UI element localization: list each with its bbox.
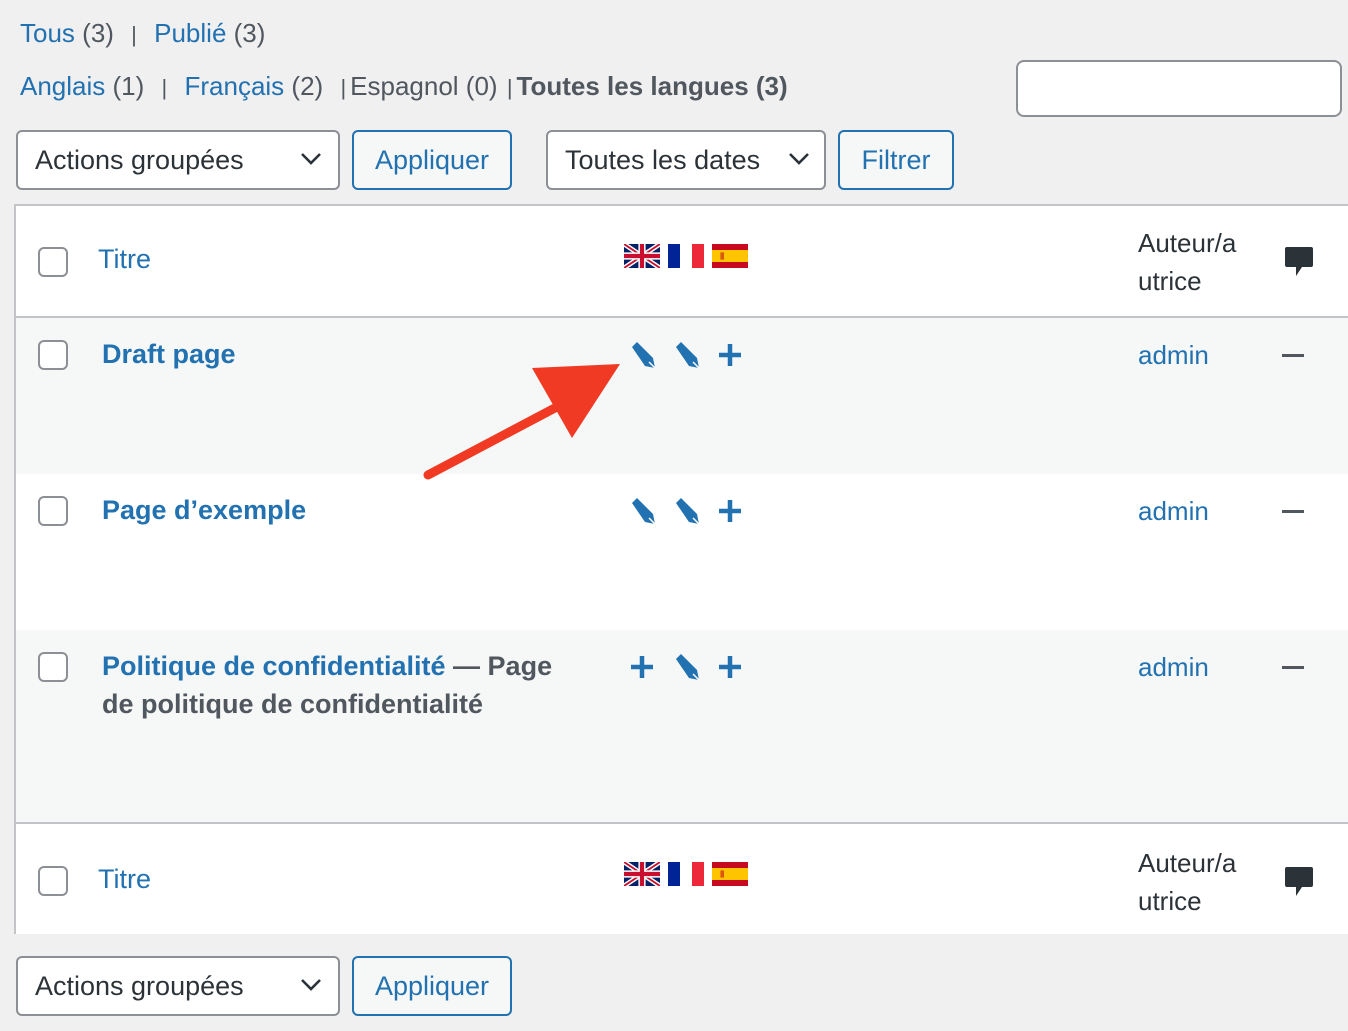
uk-flag-icon (624, 244, 660, 268)
filter-english-link[interactable]: Anglais (20, 71, 105, 101)
table-header: Titre Auteur/a utrice (16, 206, 1348, 318)
table-row: Page d’exemple admin (16, 474, 1348, 630)
column-title-sort-link[interactable]: Titre (98, 244, 151, 275)
language-flags (624, 862, 748, 886)
edit-pencil-icon[interactable] (672, 652, 716, 682)
comment-bubble-icon[interactable] (1284, 246, 1314, 278)
pages-table: Titre Auteur/a utrice Draft page admin P… (14, 204, 1348, 934)
column-author: Auteur/a utrice (1138, 228, 1237, 296)
table-row: Politique de confidentialité — Page de p… (16, 630, 1348, 822)
no-comments-dash (1282, 354, 1304, 357)
separator: | (131, 22, 137, 47)
table-footer: Titre Auteur/a utrice (16, 822, 1348, 934)
chevron-down-icon (301, 153, 321, 165)
add-translation-icon[interactable] (628, 652, 672, 682)
apply-button-bottom[interactable]: Appliquer (352, 956, 512, 1016)
filter-french-link[interactable]: Français (184, 71, 284, 101)
status-filter: Tous (3) | Publié (3) (20, 18, 265, 49)
language-flags (624, 244, 748, 268)
table-row: Draft page admin (16, 318, 1348, 474)
date-filter-select[interactable]: Toutes les dates (546, 130, 826, 190)
separator: | (340, 75, 347, 100)
column-author: Auteur/a utrice (1138, 848, 1237, 916)
spain-flag-icon (712, 244, 748, 268)
edit-pencil-icon[interactable] (672, 496, 716, 526)
row-author-link[interactable]: admin (1138, 652, 1209, 683)
translation-icons (628, 496, 760, 526)
row-author-link[interactable]: admin (1138, 340, 1209, 371)
france-flag-icon (668, 862, 704, 886)
filter-spanish-text: Espagnol (0) (350, 71, 498, 101)
spain-flag-icon (712, 862, 748, 886)
chevron-down-icon (301, 979, 321, 991)
row-author-link[interactable]: admin (1138, 496, 1209, 527)
separator: | (161, 75, 168, 100)
bulk-actions-select-bottom[interactable]: Actions groupées (16, 956, 340, 1016)
bulk-actions-label: Actions groupées (35, 144, 244, 175)
edit-pencil-icon[interactable] (672, 340, 716, 370)
row-title-link[interactable]: Politique de confidentialité (102, 651, 446, 681)
red-arrow-annotation-icon (423, 364, 620, 480)
add-translation-icon[interactable] (716, 496, 760, 526)
row-checkbox[interactable] (38, 340, 68, 370)
separator: | (506, 75, 513, 100)
row-title: Politique de confidentialité — Page de p… (102, 647, 582, 723)
apply-button-top[interactable]: Appliquer (352, 130, 512, 190)
add-translation-icon[interactable] (716, 340, 760, 370)
translation-icons (628, 652, 760, 682)
uk-flag-icon (624, 862, 660, 886)
select-all-checkbox-footer[interactable] (38, 866, 68, 896)
add-translation-icon[interactable] (716, 652, 760, 682)
france-flag-icon (668, 244, 704, 268)
row-title: Page d’exemple (102, 491, 582, 529)
filter-button[interactable]: Filtrer (838, 130, 954, 190)
translation-icons (628, 340, 760, 370)
language-filter: Anglais (1) | Français (2) | Espagnol (0)… (20, 71, 788, 102)
date-filter-label: Toutes les dates (565, 144, 761, 175)
row-title-link[interactable]: Draft page (102, 339, 236, 369)
filter-all-languages-current: Toutes les langues (3) (516, 71, 788, 101)
edit-pencil-icon[interactable] (628, 496, 672, 526)
filter-all-count: (3) (82, 18, 114, 48)
chevron-down-icon (789, 153, 809, 165)
search-input[interactable] (1016, 60, 1342, 117)
row-checkbox[interactable] (38, 496, 68, 526)
filter-published-count: (3) (233, 18, 266, 48)
row-checkbox[interactable] (38, 652, 68, 682)
filter-published-link[interactable]: Publié (154, 18, 226, 48)
filter-all-link[interactable]: Tous (20, 18, 75, 48)
edit-pencil-icon[interactable] (628, 340, 672, 370)
comment-bubble-icon[interactable] (1284, 866, 1314, 898)
select-all-checkbox[interactable] (38, 247, 68, 277)
filter-french-count: (2) (291, 71, 324, 101)
no-comments-dash (1282, 666, 1304, 669)
row-title-link[interactable]: Page d’exemple (102, 495, 306, 525)
bulk-actions-label: Actions groupées (35, 970, 244, 1001)
column-title-sort-link[interactable]: Titre (98, 864, 151, 895)
no-comments-dash (1282, 510, 1304, 513)
filter-english-count: (1) (112, 71, 145, 101)
bulk-actions-select-top[interactable]: Actions groupées (16, 130, 340, 190)
